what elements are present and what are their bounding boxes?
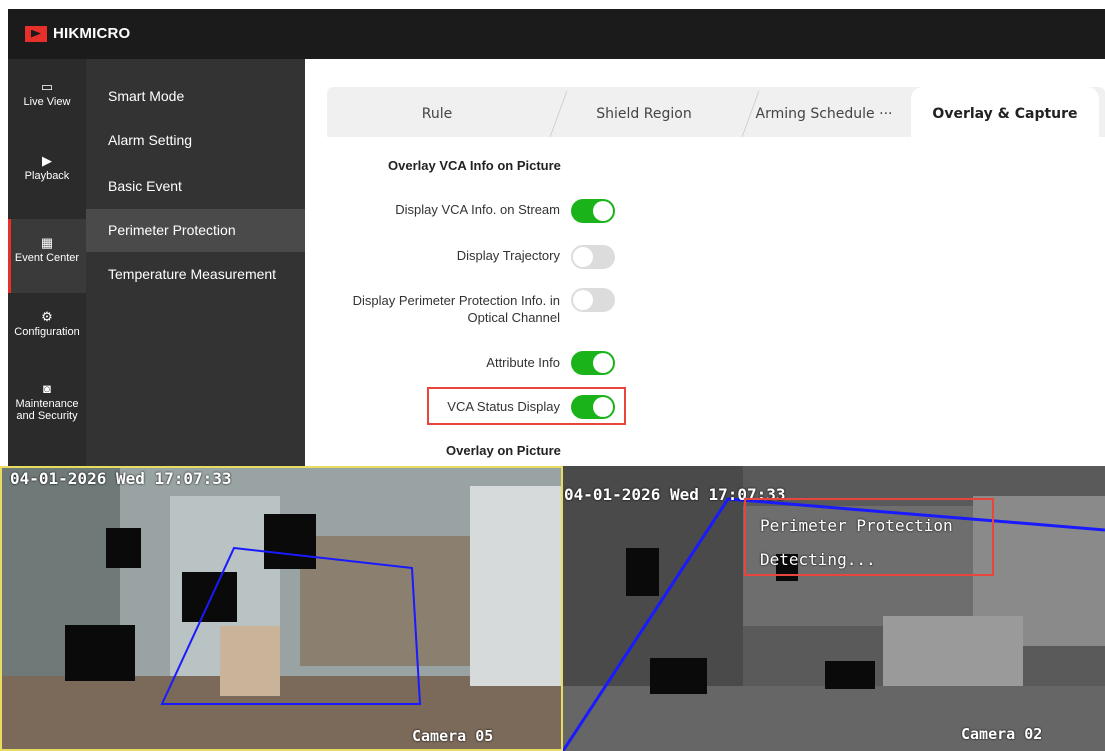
toggle-knob [593, 201, 613, 221]
shield-search-icon: ◙ [43, 381, 51, 396]
toggle-vca-status-display[interactable] [571, 395, 615, 419]
detection-region [160, 546, 422, 705]
nav-label: Playback [24, 170, 70, 182]
setting-label: Attribute Info [486, 355, 560, 370]
monitor-icon: ▭ [40, 79, 54, 94]
toggle-perimeter-optical[interactable] [571, 288, 615, 312]
tab-overlay-capture[interactable]: Overlay & Capture [911, 87, 1099, 137]
section-title-vca-info: Overlay VCA Info on Picture [388, 158, 561, 173]
toggle-attribute-info[interactable] [571, 351, 615, 375]
gear-icon: ⚙ [41, 309, 53, 324]
nav-item-playback[interactable]: ▶ Playback [8, 153, 86, 205]
top-bar: HIKMICRO [8, 9, 1105, 59]
grid-icon: ▦ [40, 235, 54, 250]
toggle-knob [593, 397, 613, 417]
setting-label: Display VCA Info. on Stream [395, 202, 560, 217]
camera-timestamp: 04-01-2026 Wed 17:07:33 [10, 469, 232, 488]
setting-label: VCA Status Display [447, 399, 560, 414]
tab-shield-region[interactable]: Shield Region [549, 87, 739, 137]
nav-item-event-center[interactable]: ▦ Event Center [8, 219, 86, 293]
vca-status-line2: Detecting... [760, 550, 876, 569]
nav-item-maintenance[interactable]: ◙ Maintenance and Security [8, 381, 86, 443]
nav-item-live-view[interactable]: ▭ Live View [8, 79, 86, 131]
vca-status-line1: Perimeter Protection [760, 516, 953, 535]
section-title-overlay: Overlay on Picture [446, 443, 561, 458]
setting-label-perimeter: Display Perimeter Protection Info. in Op… [260, 292, 560, 326]
toggle-knob [593, 353, 613, 373]
toggle-knob [573, 247, 593, 267]
camera-name: Camera 05 [412, 727, 494, 745]
nav-item-configuration[interactable]: ⚙ Configuration [8, 309, 86, 361]
tab-arming-schedule[interactable]: Arming Schedule ··· [739, 87, 909, 137]
camera-name: Camera 02 [961, 725, 1043, 743]
brand-name: HIKMICRO [53, 25, 131, 42]
setting-label-line: Display Perimeter Protection Info. in [352, 293, 560, 308]
tab-rule[interactable]: Rule [327, 87, 547, 137]
subnav-item-smart-mode[interactable]: Smart Mode [86, 75, 305, 118]
play-icon: ▶ [42, 153, 52, 168]
toggle-knob [573, 290, 593, 310]
nav-label: Live View [23, 96, 71, 108]
camera-view-right[interactable]: 04-01-2026 Wed 17:07:33 Perimeter Protec… [563, 466, 1105, 751]
main-content: Rule Shield Region Arming Schedule ··· O… [305, 59, 1105, 466]
setting-label: Display Trajectory [456, 248, 560, 263]
subnav-item-alarm-setting[interactable]: Alarm Setting [86, 119, 305, 162]
nav-label: and Security [16, 410, 78, 422]
toggle-display-trajectory[interactable] [571, 245, 615, 269]
tab-bar: Rule Shield Region Arming Schedule ··· O… [327, 87, 1105, 137]
nav-label: Maintenance [15, 398, 79, 410]
logo-icon [25, 25, 47, 42]
nav-label: Event Center [14, 252, 80, 264]
camera-view-left[interactable]: 04-01-2026 Wed 17:07:33 Camera 05 [0, 466, 563, 751]
main-nav: ▭ Live View ▶ Playback ▦ Event Center ⚙ … [8, 59, 86, 466]
brand-logo: HIKMICRO [25, 25, 130, 42]
nav-label: Configuration [14, 326, 80, 338]
setting-label-line: Optical Channel [467, 310, 561, 325]
toggle-display-vca-info[interactable] [571, 199, 615, 223]
